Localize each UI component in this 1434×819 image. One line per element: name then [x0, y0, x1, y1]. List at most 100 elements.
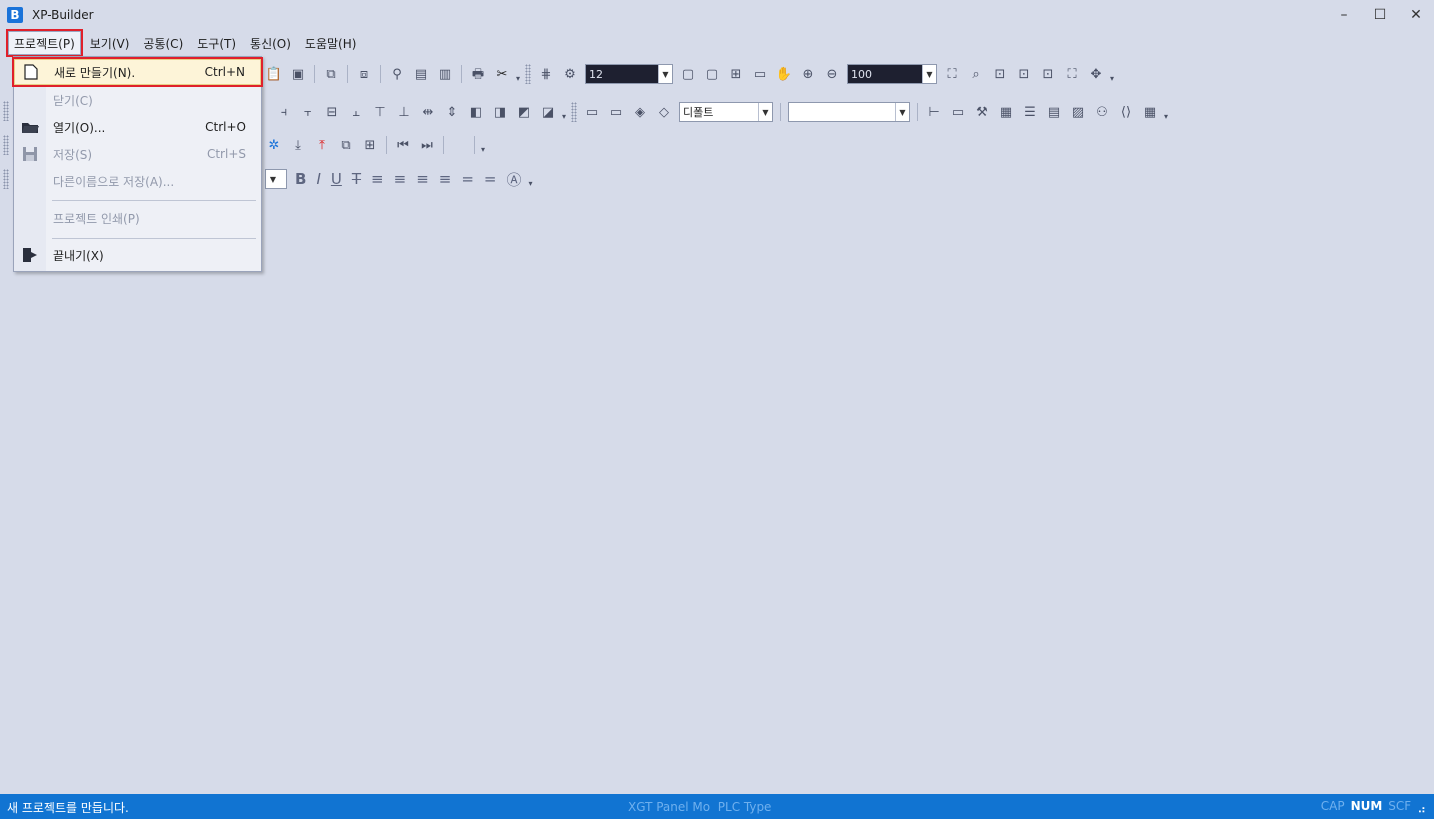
font-select[interactable]: ▼	[265, 169, 287, 189]
zoom-100-icon[interactable]: ⌕	[967, 65, 985, 83]
grid-size-select[interactable]: 12 ▼	[585, 64, 673, 84]
toolbar-overflow-icon[interactable]: ▾	[479, 136, 487, 154]
script-icon[interactable]: ⟨⟩	[1117, 103, 1135, 121]
italic-icon[interactable]: I	[316, 170, 320, 188]
tree-icon[interactable]: ⊢	[925, 103, 943, 121]
close-button[interactable]: ✕	[1398, 0, 1434, 30]
align-top-icon[interactable]: ⊤	[371, 103, 389, 121]
toolbar-overflow-icon[interactable]: ▾	[560, 103, 568, 121]
menu-tools[interactable]: 도구(T)	[192, 31, 241, 55]
align-right-icon[interactable]: ⫠	[347, 103, 365, 121]
menu-view[interactable]: 보기(V)	[85, 31, 135, 55]
hand-icon[interactable]: ✋	[775, 65, 793, 83]
toolbar-overflow-icon[interactable]: ▾	[527, 170, 535, 188]
distribute-v-icon[interactable]: ⇕	[443, 103, 461, 121]
align-page2-icon[interactable]: ▢	[703, 65, 721, 83]
resize-grip-icon[interactable]: ⣠	[1417, 799, 1426, 813]
minimize-button[interactable]: –	[1326, 0, 1362, 30]
grid-table-icon[interactable]: ▦	[1141, 103, 1159, 121]
menu-item-save-as[interactable]: 다른이름으로 저장(A)...	[14, 168, 261, 194]
table-icon[interactable]: ⊞	[727, 65, 745, 83]
settings-icon[interactable]: ✲	[265, 136, 283, 154]
text-icon[interactable]: ▤	[1045, 103, 1063, 121]
align-middle-icon[interactable]: ⊟	[323, 103, 341, 121]
grid-icon[interactable]: ⋕	[537, 65, 555, 83]
screen-copy-icon[interactable]: ▥	[436, 65, 454, 83]
menu-help[interactable]: 도움말(H)	[300, 31, 362, 55]
download-icon[interactable]: ⤓	[289, 136, 307, 154]
empty-select[interactable]: ▼	[788, 102, 910, 122]
toolbar-grip[interactable]	[571, 102, 577, 122]
underline-icon[interactable]: U	[331, 170, 342, 188]
ungroup-icon[interactable]: ⧈	[355, 65, 373, 83]
bold-icon[interactable]: B	[295, 170, 306, 188]
first-page-icon[interactable]: ⏮	[394, 136, 412, 154]
align-left-icon[interactable]: ⫞	[275, 103, 293, 121]
zoom-fit-icon[interactable]: ⛶	[943, 65, 961, 83]
chevron-down-icon[interactable]: ▼	[266, 170, 280, 188]
target-icon[interactable]: ✥	[1087, 65, 1105, 83]
paste-special-icon[interactable]: ▣	[289, 65, 307, 83]
toolbar-overflow-icon[interactable]: ▾	[514, 65, 522, 83]
layout-icon[interactable]: ⊞	[361, 136, 379, 154]
chevron-down-icon[interactable]: ▼	[922, 65, 936, 83]
align-text-right-icon[interactable]: ≡	[416, 170, 429, 188]
zoom-in-icon[interactable]: ⊕	[799, 65, 817, 83]
bring-forward-icon[interactable]: ◩	[515, 103, 533, 121]
menu-item-close[interactable]: 닫기(C)	[14, 87, 261, 113]
toolbar-grip[interactable]	[525, 64, 531, 84]
toolbar-overflow-icon[interactable]: ▾	[1108, 65, 1116, 83]
dev-icon[interactable]: ▭	[607, 103, 625, 121]
language-icon[interactable]: ◈	[631, 103, 649, 121]
last-page-icon[interactable]: ⏭	[418, 136, 436, 154]
distribute-h-icon[interactable]: ⇹	[419, 103, 437, 121]
cut-icon[interactable]: ✂	[493, 65, 511, 83]
menu-project[interactable]: 프로젝트(P)	[6, 29, 83, 57]
maximize-button[interactable]: ☐	[1362, 0, 1398, 30]
id-icon[interactable]: ▭	[583, 103, 601, 121]
toolbar-grip[interactable]	[3, 169, 9, 189]
valign-middle-icon[interactable]: =	[461, 170, 474, 188]
zoom-select-icon[interactable]: ⊡	[1039, 65, 1057, 83]
screen-icon[interactable]: ▤	[412, 65, 430, 83]
chevron-down-icon[interactable]: ▼	[658, 65, 672, 83]
bring-front-icon[interactable]: ◧	[467, 103, 485, 121]
zoom-select[interactable]: 100 ▼	[847, 64, 937, 84]
strikethrough-icon[interactable]: T	[352, 170, 361, 188]
menu-item-open[interactable]: 열기(O)... Ctrl+O	[14, 114, 261, 140]
toolbar-overflow-icon[interactable]: ▾	[1162, 103, 1170, 121]
group-icon[interactable]: ⧉	[322, 65, 340, 83]
menu-common[interactable]: 공통(C)	[138, 31, 188, 55]
align-text-center-icon[interactable]: ≡	[394, 170, 407, 188]
zoom-area-icon[interactable]: ⛶	[1063, 65, 1081, 83]
align-bottom-icon[interactable]: ⊥	[395, 103, 413, 121]
language-switch-icon[interactable]: ◇	[655, 103, 673, 121]
menu-item-new[interactable]: 새로 만들기(N). Ctrl+N	[12, 57, 263, 87]
chevron-down-icon[interactable]: ▼	[895, 103, 909, 121]
align-page-icon[interactable]: ▢	[679, 65, 697, 83]
valign-top-icon[interactable]: ≡	[439, 170, 452, 188]
panel-icon[interactable]: ▦	[997, 103, 1015, 121]
zoom-width-icon[interactable]: ⊡	[991, 65, 1009, 83]
image-icon[interactable]: ▨	[1069, 103, 1087, 121]
menu-item-exit[interactable]: 끝내기(X)	[14, 242, 261, 268]
toolbar-grip[interactable]	[3, 101, 9, 121]
valign-bottom-icon[interactable]: =	[484, 170, 497, 188]
menu-item-print[interactable]: 프로젝트 인쇄(P)	[14, 205, 261, 231]
font-color-icon[interactable]: Ⓐ	[507, 169, 522, 190]
find-icon[interactable]: ⚲	[388, 65, 406, 83]
people-icon[interactable]: ⚇	[1093, 103, 1111, 121]
paste-icon[interactable]: 📋	[265, 65, 283, 83]
toolbar-grip[interactable]	[3, 135, 9, 155]
menu-item-save[interactable]: 저장(S) Ctrl+S	[14, 141, 261, 167]
send-backward-icon[interactable]: ◪	[539, 103, 557, 121]
send-back-icon[interactable]: ◨	[491, 103, 509, 121]
window-icon[interactable]: ▭	[949, 103, 967, 121]
upload-icon[interactable]: ⤒	[313, 136, 331, 154]
zoom-height-icon[interactable]: ⊡	[1015, 65, 1033, 83]
style-select[interactable]: 디폴트 ▼	[679, 102, 773, 122]
print-icon[interactable]: 🖶	[469, 65, 487, 83]
align-center-icon[interactable]: ⫟	[299, 103, 317, 121]
align-text-left-icon[interactable]: ≡	[371, 170, 384, 188]
tools-icon[interactable]: ⚒	[973, 103, 991, 121]
